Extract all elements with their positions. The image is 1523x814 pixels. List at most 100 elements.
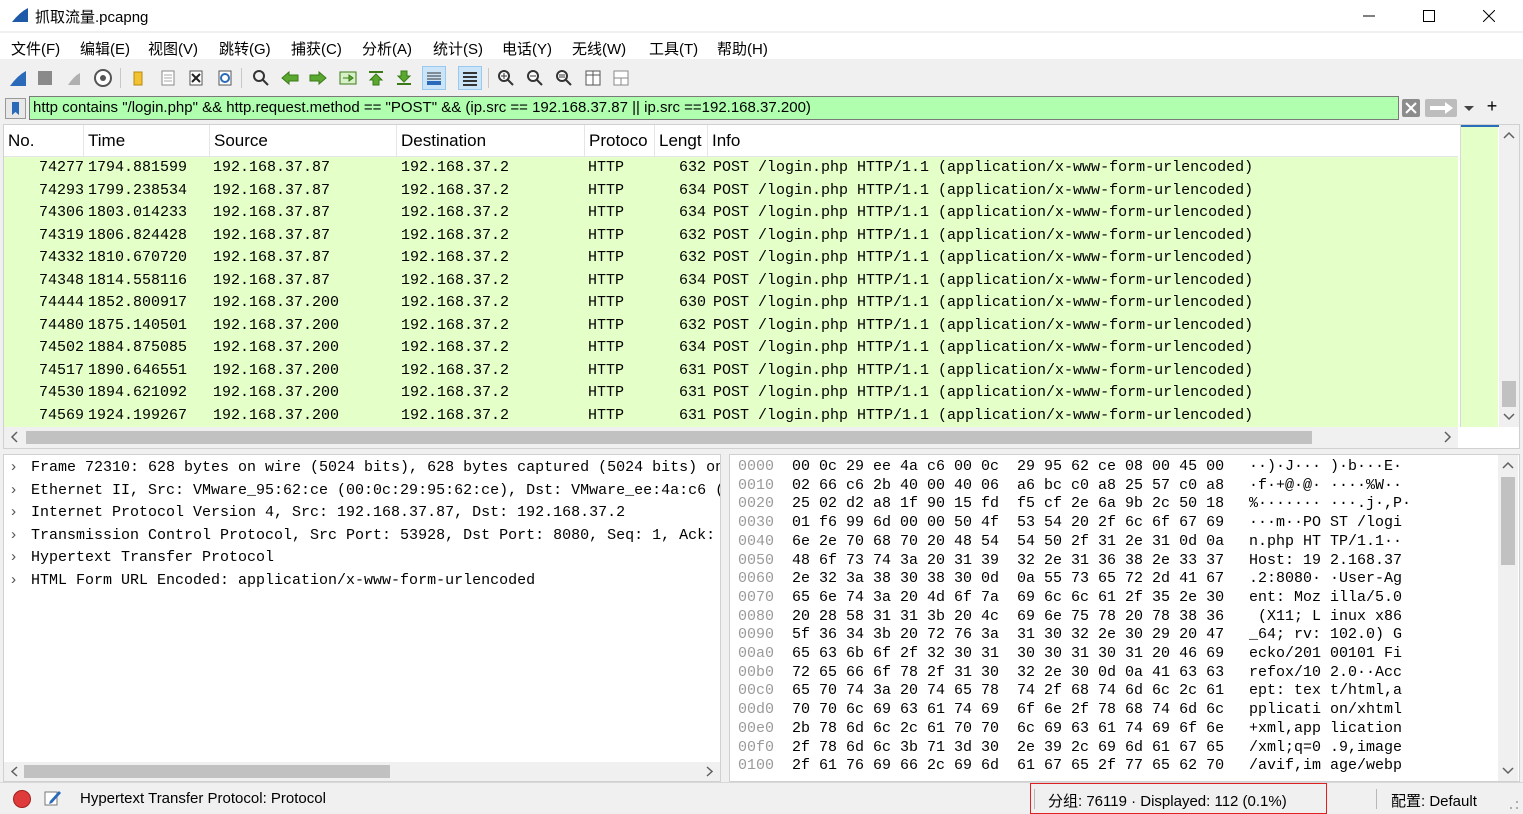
auto-scroll-button[interactable]	[422, 66, 446, 90]
hexdump-ascii[interactable]: ent: Moz illa/5.0	[1249, 589, 1402, 607]
hexdump-ascii[interactable]: (X11; L inux x86	[1249, 608, 1402, 626]
packet-row[interactable]: 74517 1890.646551 192.168.37.200 192.168.37…	[4, 359, 1458, 382]
chevron-right-icon[interactable]: ›	[9, 547, 18, 569]
hexdump-hex[interactable]: 65 6e 74 3a 20 4d 6f 7a 69 6c 6c 61 2f 3…	[792, 589, 1224, 607]
chevron-right-icon[interactable]: ›	[9, 570, 18, 592]
hexdump-ascii[interactable]: +xml,app lication	[1249, 720, 1402, 738]
menu-analyze[interactable]: 分析(A)	[362, 38, 412, 59]
hexdump-ascii[interactable]: ·f·+@·@· ····%W··	[1249, 477, 1402, 495]
detail-tree-item[interactable]: › Frame 72310: 628 bytes on wire (5024 bi…	[4, 457, 720, 480]
scrollbar-thumb[interactable]	[24, 765, 390, 778]
hexdump-ascii[interactable]: Host: 19 2.168.37	[1249, 552, 1402, 570]
hexdump-ascii[interactable]: /xml;q=0 .9,image	[1249, 739, 1402, 757]
hexdump-offset[interactable]: 00b0	[738, 664, 774, 682]
detail-tree-item[interactable]: › Transmission Control Protocol, Src Port…	[4, 525, 720, 548]
hexdump-hex[interactable]: 72 65 66 6f 78 2f 31 30 32 2e 30 0d 0a 4…	[792, 664, 1224, 682]
chevron-right-icon[interactable]: ›	[9, 525, 18, 547]
go-first-packet-button[interactable]	[364, 66, 388, 90]
bytes-vertical-scrollbar[interactable]	[1498, 455, 1518, 781]
scrollbar-thumb[interactable]	[26, 431, 1312, 444]
display-filter-input[interactable]: http contains "/login.php" && http.reque…	[29, 96, 1399, 120]
hexdump-offset[interactable]: 00a0	[738, 645, 774, 663]
clear-filter-button[interactable]	[1402, 99, 1420, 117]
hexdump-hex[interactable]: 5f 36 34 3b 20 72 76 3a 31 30 32 2e 30 2…	[792, 626, 1224, 644]
hexdump-offset[interactable]: 00f0	[738, 739, 774, 757]
hexdump-offset[interactable]: 0050	[738, 552, 774, 570]
filter-bookmark-button[interactable]	[5, 98, 26, 119]
column-header-protocol[interactable]: Protoco	[585, 125, 655, 157]
details-horizontal-scrollbar[interactable]	[4, 762, 720, 781]
menu-file[interactable]: 文件(F)	[11, 38, 60, 59]
packet-row[interactable]: 74569 1924.199267 192.168.37.200 192.168.37…	[4, 404, 1458, 427]
packet-row[interactable]: 74348 1814.558116 192.168.37.87 192.168.37.…	[4, 269, 1458, 292]
hexdump-hex[interactable]: 20 28 58 31 31 3b 20 4c 69 6e 75 78 20 7…	[792, 608, 1224, 626]
packet-list-vertical-scrollbar[interactable]	[1499, 125, 1519, 427]
hexdump-hex[interactable]: 02 66 c6 2b 40 00 40 06 a6 bc c0 a8 25 5…	[792, 477, 1224, 495]
hexdump-hex[interactable]: 2b 78 6d 6c 2c 61 70 70 6c 69 63 61 74 6…	[792, 720, 1224, 738]
go-back-button[interactable]	[278, 66, 302, 90]
packet-row[interactable]: 74293 1799.238534 192.168.37.87 192.168.37.…	[4, 179, 1458, 202]
filter-history-dropdown[interactable]	[1461, 99, 1477, 117]
hexdump-hex[interactable]: 2f 78 6d 6c 3b 71 3d 30 2e 39 2c 69 6d 6…	[792, 739, 1224, 757]
column-header-time[interactable]: Time	[84, 125, 210, 157]
hexdump-offset[interactable]: 0090	[738, 626, 774, 644]
hexdump-ascii[interactable]: refox/10 2.0··Acc	[1249, 664, 1402, 682]
capture-comment-button[interactable]	[42, 788, 62, 808]
hexdump-hex[interactable]: 01 f6 99 6d 00 00 50 4f 53 54 20 2f 6c 6…	[792, 514, 1224, 532]
packet-row[interactable]: 74530 1894.621092 192.168.37.200 192.168.37…	[4, 382, 1458, 405]
zoom-in-button[interactable]	[494, 66, 518, 90]
hexdump-offset[interactable]: 0000	[738, 458, 774, 476]
add-filter-button[interactable]: +	[1483, 96, 1501, 120]
maximize-button[interactable]	[1406, 0, 1452, 31]
go-last-packet-button[interactable]	[392, 66, 416, 90]
layout-button[interactable]	[609, 66, 633, 90]
menu-statistics[interactable]: 统计(S)	[433, 38, 483, 59]
colorize-button[interactable]	[458, 66, 482, 90]
column-header-no[interactable]: No.	[4, 125, 84, 157]
apply-filter-button[interactable]	[1425, 99, 1457, 117]
go-to-packet-button[interactable]	[336, 66, 360, 90]
hexdump-offset[interactable]: 0010	[738, 477, 774, 495]
hexdump-offset[interactable]: 0020	[738, 495, 774, 513]
hexdump-hex[interactable]: 70 70 6c 69 63 61 74 69 6f 6e 2f 78 68 7…	[792, 701, 1224, 719]
status-profile[interactable]: 配置: Default	[1391, 790, 1477, 811]
hexdump-offset[interactable]: 00d0	[738, 701, 774, 719]
stop-capture-button[interactable]	[33, 66, 57, 90]
menu-help[interactable]: 帮助(H)	[717, 38, 768, 59]
close-file-button[interactable]	[184, 66, 208, 90]
menu-telephony[interactable]: 电话(Y)	[502, 38, 552, 59]
hexdump-hex[interactable]: 48 6f 73 74 3a 20 31 39 32 2e 31 36 38 2…	[792, 552, 1224, 570]
hexdump-ascii[interactable]: ···m··PO ST /logi	[1249, 514, 1402, 532]
hexdump-ascii[interactable]: ··)·J··· )·b···E·	[1249, 458, 1402, 476]
hexdump-ascii[interactable]: .2:8080· ·User-Ag	[1249, 570, 1402, 588]
zoom-reset-button[interactable]	[552, 66, 576, 90]
chevron-right-icon[interactable]: ›	[9, 502, 18, 524]
packet-row[interactable]: 74319 1806.824428 192.168.37.87 192.168.37.…	[4, 224, 1458, 247]
menu-capture[interactable]: 捕获(C)	[291, 38, 342, 59]
hexdump-offset[interactable]: 0100	[738, 757, 774, 775]
reload-file-button[interactable]	[213, 66, 237, 90]
packet-row[interactable]: 74480 1875.140501 192.168.37.200 192.168.37…	[4, 314, 1458, 337]
hexdump-ascii[interactable]: _64; rv: 102.0) G	[1249, 626, 1402, 644]
go-forward-button[interactable]	[306, 66, 330, 90]
menu-edit[interactable]: 编辑(E)	[80, 38, 130, 59]
hexdump-hex[interactable]: 2f 61 76 69 66 2c 69 6d 61 67 65 2f 77 6…	[792, 757, 1224, 775]
packet-row[interactable]: 74444 1852.800917 192.168.37.200 192.168.37…	[4, 292, 1458, 315]
detail-tree-item[interactable]: › Hypertext Transfer Protocol	[4, 547, 720, 570]
hexdump-offset[interactable]: 0080	[738, 608, 774, 626]
close-button[interactable]	[1466, 0, 1512, 31]
hexdump-hex[interactable]: 65 63 6b 6f 2f 32 30 31 30 30 31 30 31 2…	[792, 645, 1224, 663]
minimize-button[interactable]	[1346, 0, 1392, 31]
column-header-source[interactable]: Source	[210, 125, 397, 157]
start-capture-button[interactable]	[6, 66, 30, 90]
column-header-info[interactable]: Info	[708, 125, 1458, 157]
save-file-button[interactable]	[156, 66, 180, 90]
hexdump-hex[interactable]: 2e 32 3a 38 30 38 30 0d 0a 55 73 65 72 2…	[792, 570, 1224, 588]
open-file-button[interactable]	[126, 66, 150, 90]
packet-list-horizontal-scrollbar[interactable]	[4, 427, 1458, 448]
hexdump-hex[interactable]: 6e 2e 70 68 70 20 48 54 54 50 2f 31 2e 3…	[792, 533, 1224, 551]
chevron-right-icon[interactable]: ›	[9, 457, 18, 479]
restart-capture-button[interactable]	[62, 66, 86, 90]
hexdump-offset[interactable]: 00e0	[738, 720, 774, 738]
hexdump-offset[interactable]: 0070	[738, 589, 774, 607]
